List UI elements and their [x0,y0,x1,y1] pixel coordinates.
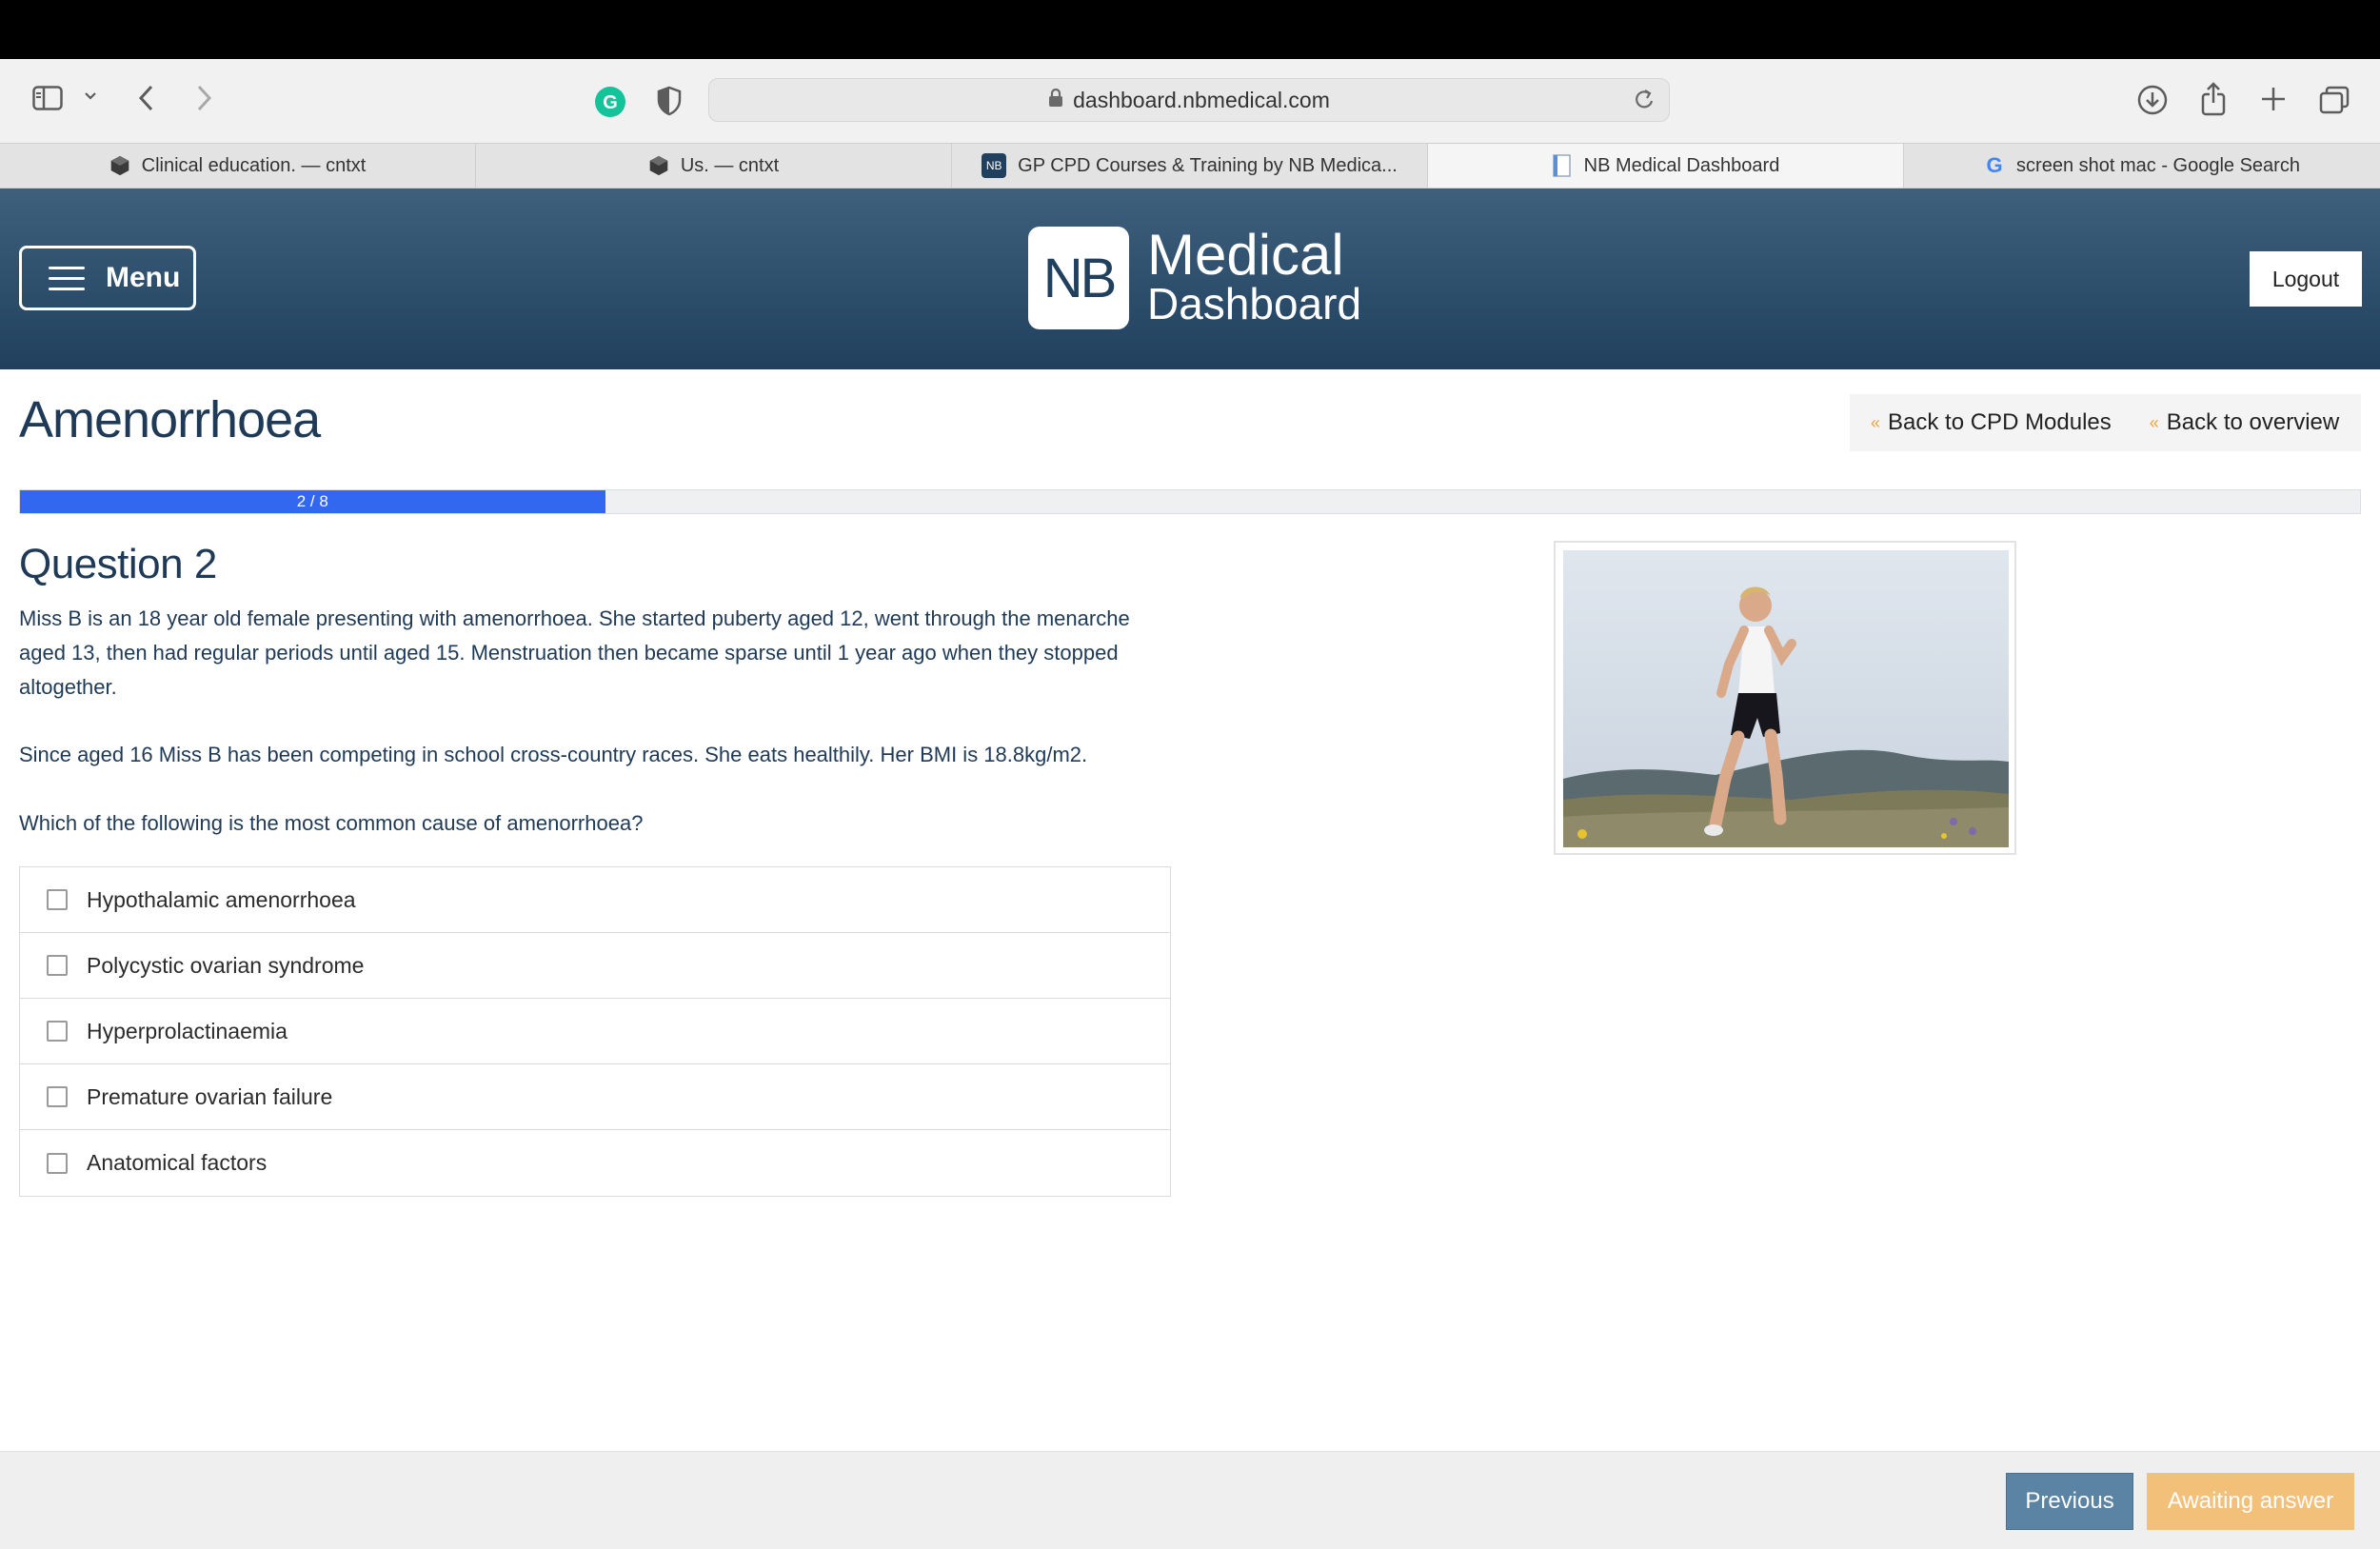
link-label: Back to overview [2166,409,2340,435]
nb-favicon: NB [982,153,1007,178]
tab-clinical-education[interactable]: Clinical education. — cntxt [0,144,476,188]
progress-label: 2 / 8 [296,492,328,510]
tab-label: Us. — cntxt [680,154,780,176]
download-icon[interactable] [2136,84,2169,116]
menu-label: Menu [106,262,181,293]
logo-text-dashboard: Dashboard [1147,279,1362,328]
lock-icon [1048,88,1063,113]
tab-label: Clinical education. — cntxt [141,154,367,176]
tab-label: screen shot mac - Google Search [2016,154,2300,176]
previous-button[interactable]: Previous [2006,1473,2133,1530]
answer-label: Hyperprolactinaemia [87,1018,288,1043]
back-to-overview-link[interactable]: « Back to overview [2150,409,2339,436]
question-footer: Previous Awaiting answer [0,1451,2380,1549]
sidebar-icon[interactable] [32,86,63,110]
runner-photo [1563,550,2009,847]
question-stem: Miss B is an 18 year old female presenti… [19,606,1130,699]
chevron-down-icon[interactable] [84,91,97,101]
hamburger-icon [49,259,85,298]
double-chevron-left-icon: « [2149,412,2159,432]
google-icon: G [1986,153,2003,177]
forward-icon[interactable] [194,84,213,112]
page-title: Amenorrhoea [19,391,321,448]
tab-overview-icon[interactable] [2319,86,2350,114]
question-title: Question 2 [19,541,217,587]
answer-option[interactable]: Premature ovarian failure [20,1064,1170,1130]
module-nav: « Back to CPD Modules « Back to overview [1850,394,2361,451]
answer-options: Hypothalamic amenorrhoea Polycystic ovar… [19,866,1171,1197]
reload-icon[interactable] [1633,88,1656,118]
tab-gp-cpd-courses[interactable]: NB GP CPD Courses & Training by NB Medic… [952,144,1428,188]
tab-nb-medical-dashboard[interactable]: NB Medical Dashboard [1428,144,1904,188]
share-icon[interactable] [2199,82,2228,116]
cube-icon [648,155,669,176]
svg-text:G: G [603,92,618,113]
double-chevron-left-icon: « [1871,412,1881,432]
progress-fill: 2 / 8 [20,490,605,513]
site-header: Menu NB Medical Dashboard Logout [0,189,2380,369]
answer-label: Hypothalamic amenorrhoea [87,886,356,912]
grammarly-icon[interactable]: G [594,86,626,118]
tab-us-cntxt[interactable]: Us. — cntxt [476,144,952,188]
answer-option[interactable]: Hypothalamic amenorrhoea [20,867,1170,933]
tab-google-search[interactable]: G screen shot mac - Google Search [1904,144,2380,188]
screen-top-bar [0,0,2380,59]
checkbox[interactable] [47,1152,68,1174]
question-context: Since aged 16 Miss B has been competing … [19,743,1088,766]
awaiting-answer-button[interactable]: Awaiting answer [2147,1473,2354,1530]
tab-label: NB Medical Dashboard [1583,154,1780,176]
answer-option[interactable]: Hyperprolactinaemia [20,999,1170,1064]
checkbox[interactable] [47,1086,68,1107]
new-tab-icon[interactable] [2260,86,2287,112]
progress-bar: 2 / 8 [19,489,2361,514]
answer-option[interactable]: Polycystic ovarian syndrome [20,933,1170,999]
logo-text-medical: Medical [1147,223,1344,287]
checkbox[interactable] [47,955,68,976]
question-image-frame [1554,541,2016,855]
answer-option[interactable]: Anatomical factors [20,1130,1170,1196]
logo-mark[interactable]: NB [1028,227,1129,329]
address-bar[interactable]: dashboard.nbmedical.com [708,78,1670,122]
browser-toolbar: G dashboard.nbmedical.com [0,59,2380,143]
document-icon [1552,154,1573,177]
shield-icon[interactable] [657,86,682,116]
answer-label: Polycystic ovarian syndrome [87,952,365,978]
cube-icon [109,155,130,176]
checkbox[interactable] [47,889,68,910]
back-to-cpd-modules-link[interactable]: « Back to CPD Modules [1871,409,2112,436]
tab-bar: Clinical education. — cntxt Us. — cntxt … [0,143,2380,189]
tab-label: GP CPD Courses & Training by NB Medica..… [1018,154,1398,176]
question-prompt: Which of the following is the most commo… [19,811,644,835]
answer-label: Premature ovarian failure [87,1083,333,1109]
answer-label: Anatomical factors [87,1150,268,1175]
checkbox[interactable] [47,1021,68,1042]
url-text: dashboard.nbmedical.com [1073,87,1330,112]
link-label: Back to CPD Modules [1888,409,2112,435]
back-icon[interactable] [137,84,156,112]
logout-button[interactable]: Logout [2250,251,2362,307]
menu-button[interactable]: Menu [19,246,196,310]
